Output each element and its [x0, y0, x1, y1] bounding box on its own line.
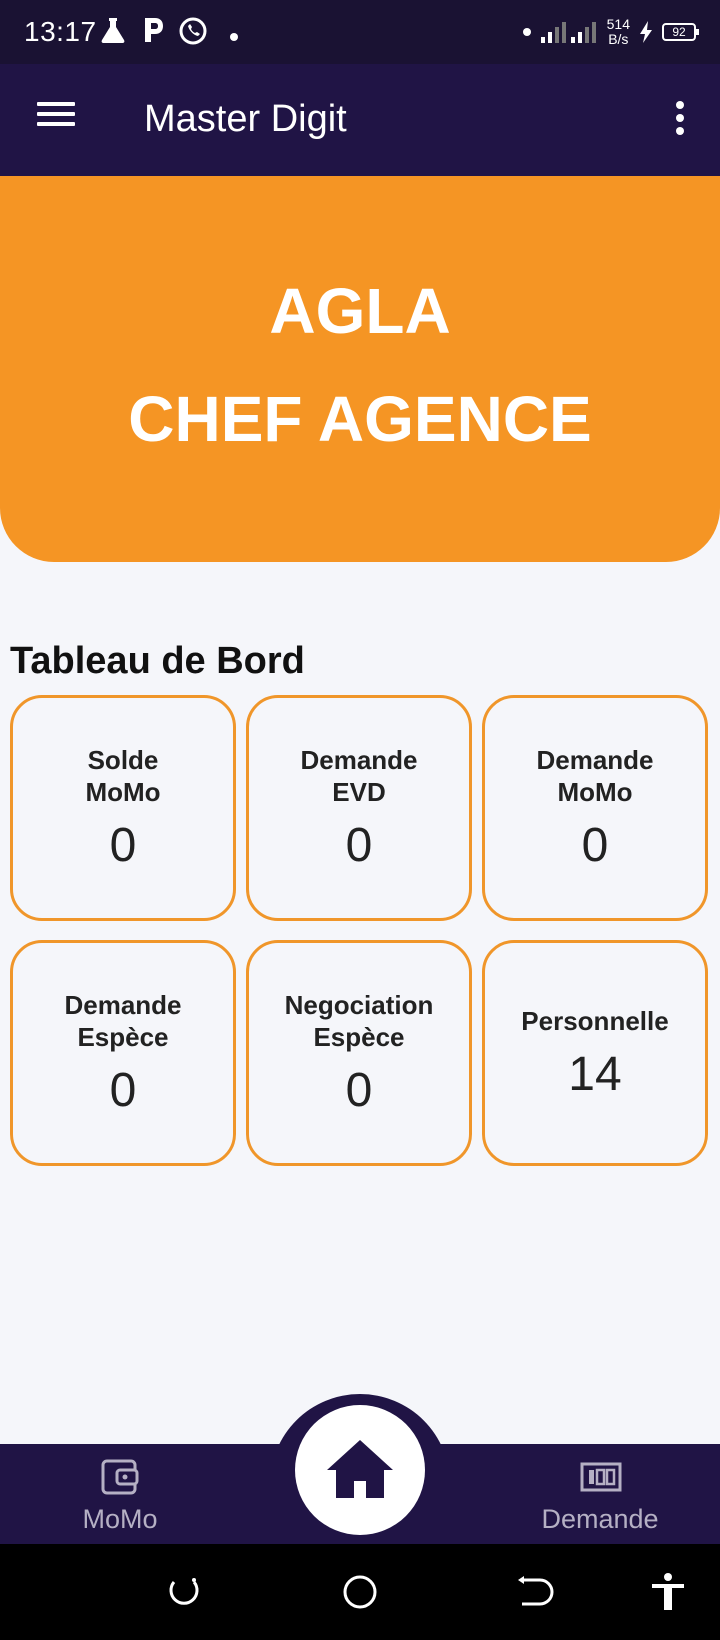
home-system-button[interactable]: [340, 1572, 380, 1612]
card-demande-espece[interactable]: Demande Espèce 0: [10, 940, 236, 1166]
more-options-button[interactable]: [670, 96, 690, 144]
p-app-icon: [142, 16, 166, 49]
card-label: MoMo: [557, 777, 633, 807]
card-value: 14: [568, 1048, 622, 1101]
hamburger-icon-line: [37, 112, 75, 116]
nav-demande-label: Demande: [541, 1504, 659, 1534]
agency-name: AGLA: [269, 275, 451, 347]
accessibility-button[interactable]: [648, 1572, 688, 1612]
card-value: 0: [345, 1064, 373, 1117]
home-button[interactable]: [295, 1405, 425, 1535]
battery-icon: 92: [662, 23, 699, 41]
card-label: Solde: [87, 745, 159, 775]
hamburger-icon-line: [37, 122, 75, 126]
dot-icon: [230, 28, 238, 46]
app-title: Master Digit: [144, 98, 347, 140]
back-system-button[interactable]: [516, 1572, 556, 1612]
card-label: EVD: [332, 777, 386, 807]
card-value: 0: [345, 819, 373, 872]
signal-icon: [540, 22, 596, 43]
counter-icon: [580, 1462, 622, 1492]
net-speed-value: 514: [606, 16, 630, 32]
card-label: Demande: [300, 745, 418, 775]
nav-momo[interactable]: MoMo: [40, 1454, 200, 1538]
nav-momo-label: MoMo: [82, 1504, 158, 1534]
status-right-group: 514 B/s 92: [522, 14, 699, 50]
card-label: Espèce: [313, 1022, 405, 1052]
recent-apps-button[interactable]: [164, 1572, 204, 1612]
home-icon: [327, 1440, 393, 1498]
card-label: Personnelle: [521, 1006, 669, 1036]
net-speed: 514 B/s: [607, 17, 630, 47]
card-value: 0: [109, 819, 137, 872]
card-solde-momo[interactable]: Solde MoMo 0: [10, 695, 236, 921]
status-time: 13:17: [24, 16, 97, 47]
charging-icon: [640, 21, 652, 43]
more-vert-icon-dot: [676, 114, 684, 122]
net-speed-unit: B/s: [608, 31, 629, 47]
wallet-icon: [101, 1459, 139, 1495]
circle-home-icon: [343, 1575, 377, 1609]
card-label: Negociation: [284, 990, 434, 1020]
user-role: CHEF AGENCE: [128, 383, 592, 455]
recents-icon: [169, 1578, 199, 1605]
card-value: 0: [109, 1064, 137, 1117]
card-label: MoMo: [85, 777, 161, 807]
accessibility-icon: [652, 1573, 684, 1610]
card-demande-evd[interactable]: Demande EVD 0: [246, 695, 472, 921]
card-demande-momo[interactable]: Demande MoMo 0: [482, 695, 708, 921]
card-label: Demande: [536, 745, 654, 775]
flask-icon: [100, 16, 126, 49]
back-icon: [518, 1576, 554, 1606]
more-vert-icon: [676, 101, 684, 109]
hamburger-icon: [37, 102, 75, 106]
nav-demande[interactable]: Demande: [520, 1454, 680, 1538]
card-personnelle[interactable]: Personnelle 14: [482, 940, 708, 1166]
card-value: 0: [581, 819, 609, 872]
dashboard-title: Tableau de Bord: [10, 640, 305, 682]
more-vert-icon-dot: [676, 127, 684, 135]
card-label: Demande: [64, 990, 182, 1020]
whatsapp-icon: [178, 16, 208, 51]
status-bar: 13:17 514 B/s 92: [0, 0, 720, 64]
card-negociation-espece[interactable]: Negociation Espèce 0: [246, 940, 472, 1166]
agency-header: AGLA CHEF AGENCE: [0, 176, 720, 562]
dot-icon: [522, 28, 531, 36]
menu-button[interactable]: [28, 96, 84, 144]
app-bar: Master Digit: [0, 64, 720, 176]
card-label: Espèce: [77, 1022, 169, 1052]
system-nav-bar: [0, 1544, 720, 1640]
